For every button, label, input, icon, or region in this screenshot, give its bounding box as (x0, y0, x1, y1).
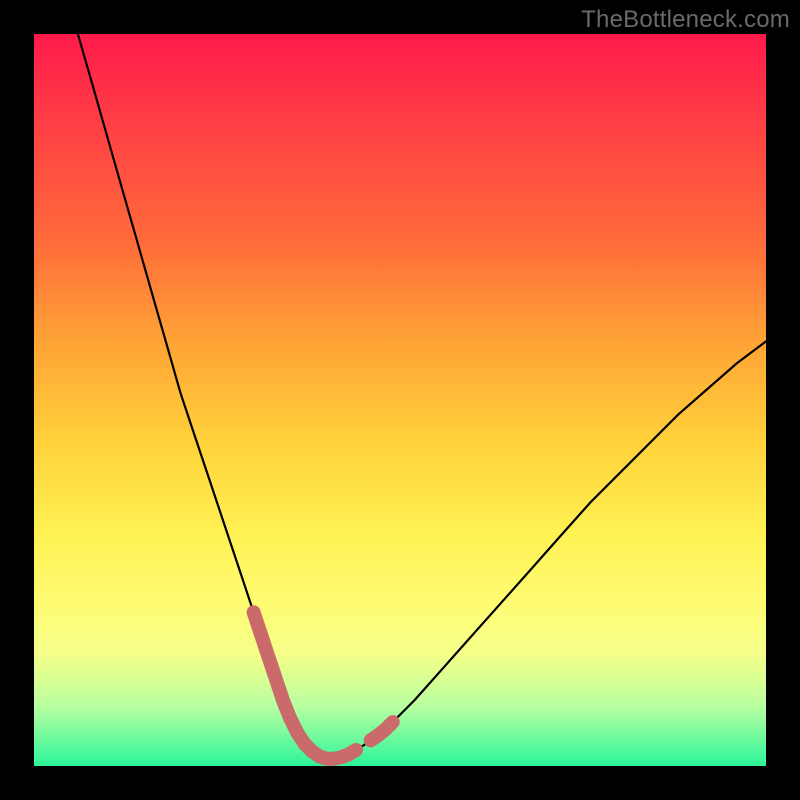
plot-area (34, 34, 766, 766)
highlight-right-bump (371, 722, 393, 740)
bottleneck-curve (78, 34, 766, 759)
watermark-text: TheBottleneck.com (581, 6, 790, 34)
curve-svg (34, 34, 766, 766)
highlight-trough (305, 744, 356, 759)
highlight-left-dip (254, 612, 305, 744)
chart-frame: TheBottleneck.com (0, 0, 800, 800)
